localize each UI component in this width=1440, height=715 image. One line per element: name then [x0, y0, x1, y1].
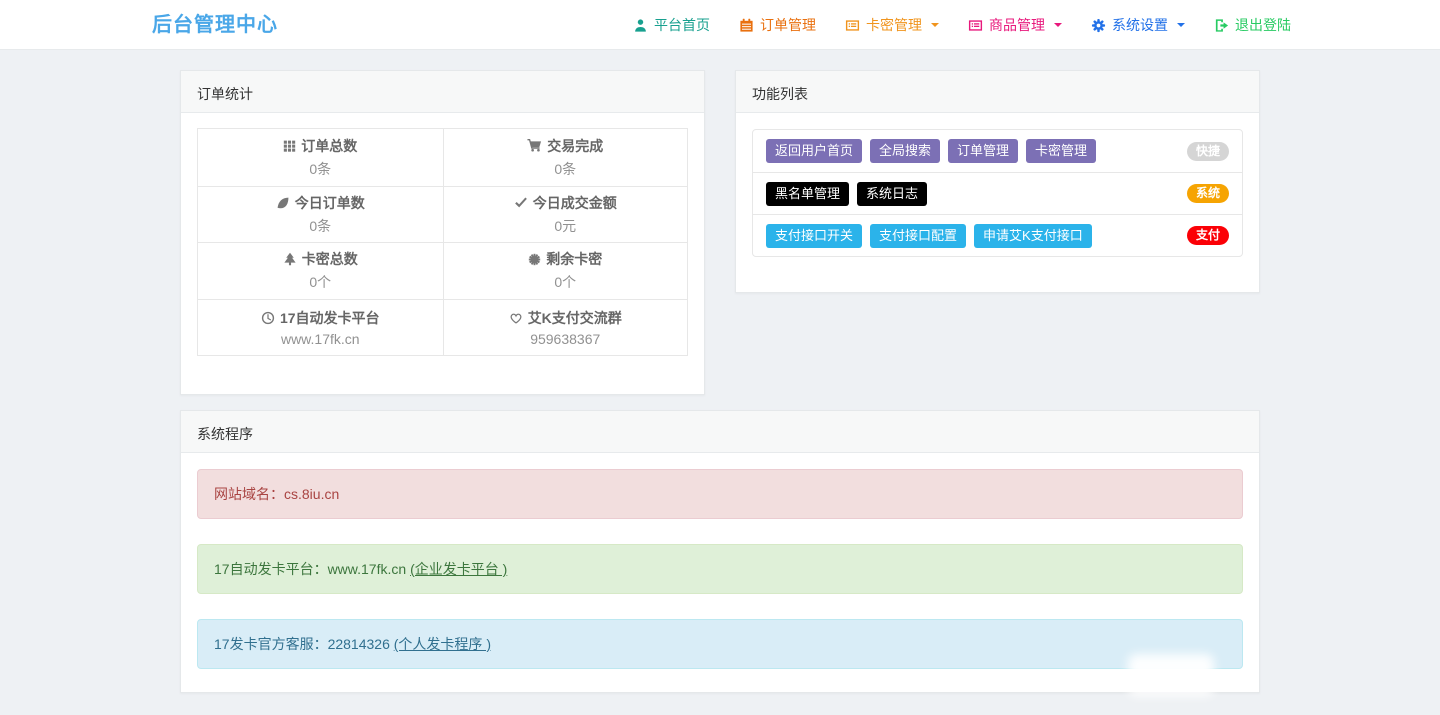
certificate-icon [528, 253, 541, 266]
alert-text: 17发卡官方客服：22814326 [214, 636, 394, 652]
sign-out-icon [1214, 18, 1229, 33]
system-program-card: 系统程序 网站域名：cs.8iu.cn 17自动发卡平台：www.17fk.cn… [180, 410, 1260, 693]
alert-official-support: 17发卡官方客服：22814326 (个人发卡程序 ) [197, 619, 1243, 669]
order-stats-grid: 订单总数 0条 交易完成 0条 今日订单数 0条 今日成交金额 0元 卡密总数 … [197, 128, 688, 356]
stat-label: 今日成交金额 [532, 194, 617, 211]
btn-system-log[interactable]: 系统日志 [857, 181, 928, 206]
function-row-payment: 支付接口开关 支付接口配置 申请艾K支付接口 支付 [753, 214, 1242, 256]
order-stats-card: 订单统计 订单总数 0条 交易完成 0条 今日订单数 0条 今日成交金额 0元 … [180, 70, 705, 395]
clock-icon [261, 311, 275, 325]
heart-icon [509, 311, 523, 325]
badge-quick: 快捷 [1186, 141, 1229, 161]
page-title: 后台管理中心 [152, 14, 278, 36]
nav-item-platform-home[interactable]: 平台首页 [633, 15, 710, 35]
nav-label: 订单管理 [760, 17, 816, 33]
stat-value: 0个 [554, 274, 577, 291]
function-list-title: 功能列表 [736, 71, 1259, 113]
stat-platform-site: 17自动发卡平台 www.17fk.cn [198, 298, 443, 356]
alert-text: 网站域名：cs.8iu.cn [214, 486, 340, 502]
nav-item-product-management[interactable]: 商品管理 [968, 15, 1062, 35]
stat-value: 959638367 [530, 330, 601, 347]
nav-label: 卡密管理 [866, 17, 922, 33]
btn-payment-config[interactable]: 支付接口配置 [870, 223, 967, 248]
function-list-card: 功能列表 返回用户首页 全局搜索 订单管理 卡密管理 快捷 黑名单管理 系统日志… [735, 70, 1260, 293]
btn-payment-switch[interactable]: 支付接口开关 [766, 223, 863, 248]
tree-icon [283, 252, 297, 266]
stat-label: 今日订单数 [294, 194, 365, 211]
function-row-system: 黑名单管理 系统日志 系统 [753, 172, 1242, 214]
function-list: 返回用户首页 全局搜索 订单管理 卡密管理 快捷 黑名单管理 系统日志 系统 支… [752, 129, 1243, 257]
stat-today-orders: 今日订单数 0条 [198, 185, 443, 243]
stat-label: 订单总数 [301, 137, 358, 154]
function-row-quick: 返回用户首页 全局搜索 订单管理 卡密管理 快捷 [753, 130, 1242, 172]
btn-order-management[interactable]: 订单管理 [948, 139, 1019, 163]
badge-system: 系统 [1186, 184, 1229, 203]
stat-completed-trades: 交易完成 0条 [442, 129, 688, 186]
btn-card-management[interactable]: 卡密管理 [1026, 139, 1097, 163]
stat-remaining-cards: 剩余卡密 0个 [442, 242, 687, 299]
list-alt-icon [968, 18, 983, 33]
stat-value: 0元 [554, 217, 577, 234]
stat-value: 0条 [554, 160, 577, 177]
stat-value: 0条 [309, 217, 332, 234]
alert-link-enterprise-platform[interactable]: (企业发卡平台 ) [410, 561, 507, 577]
gear-icon [1091, 18, 1106, 33]
alert-site-domain: 网站域名：cs.8iu.cn [197, 469, 1243, 519]
stat-today-amount: 今日成交金额 0元 [442, 185, 687, 242]
nav-label: 系统设置 [1112, 17, 1168, 33]
stat-value: 0条 [309, 160, 332, 177]
stat-value: 0个 [309, 274, 332, 291]
alert-auto-card-platform: 17自动发卡平台：www.17fk.cn (企业发卡平台 ) [197, 544, 1243, 594]
chevron-down-icon [1054, 23, 1062, 27]
nav-label: 平台首页 [654, 17, 710, 33]
leaf-icon [276, 196, 290, 210]
system-program-title: 系统程序 [181, 411, 1259, 453]
order-stats-title: 订单统计 [181, 71, 704, 113]
chevron-down-icon [931, 23, 939, 27]
alert-text: 17自动发卡平台：www.17fk.cn [214, 561, 411, 577]
nav-label: 退出登陆 [1235, 17, 1291, 33]
stat-label: 剩余卡密 [546, 251, 603, 268]
stat-label: 交易完成 [547, 137, 604, 154]
calendar-icon [739, 18, 754, 33]
stat-payment-group: 艾K支付交流群 959638367 [442, 298, 687, 355]
alert-link-personal-program[interactable]: (个人发卡程序 ) [394, 636, 491, 652]
nav-label: 商品管理 [989, 17, 1045, 33]
th-grid-icon [283, 139, 296, 152]
stat-value: www.17fk.cn [280, 330, 360, 347]
btn-global-search[interactable]: 全局搜索 [870, 139, 941, 163]
btn-blacklist-management[interactable]: 黑名单管理 [766, 181, 850, 206]
nav-item-order-management[interactable]: 订单管理 [739, 15, 816, 35]
list-alt-icon [845, 18, 860, 33]
chevron-down-icon [1177, 23, 1185, 27]
main-nav: 平台首页 订单管理 卡密管理 商品管理 系统设置 退出登陆 [633, 0, 1291, 50]
nav-item-system-settings[interactable]: 系统设置 [1091, 15, 1185, 35]
nav-item-logout[interactable]: 退出登陆 [1214, 15, 1291, 35]
stat-total-orders: 订单总数 0条 [198, 129, 443, 186]
user-icon [633, 18, 648, 33]
stat-total-cards: 卡密总数 0个 [198, 242, 443, 299]
stat-label: 17自动发卡平台 [279, 309, 380, 326]
cart-icon [527, 138, 542, 153]
btn-back-user-home[interactable]: 返回用户首页 [766, 139, 863, 163]
nav-item-card-management[interactable]: 卡密管理 [845, 15, 939, 35]
badge-payment: 支付 [1186, 226, 1229, 245]
stat-label: 艾K支付交流群 [527, 309, 622, 326]
top-navbar: 后台管理中心 平台首页 订单管理 卡密管理 商品管理 系统设置 退出登陆 [0, 0, 1440, 50]
check-icon [514, 196, 528, 210]
btn-apply-aik-payment[interactable]: 申请艾K支付接口 [974, 223, 1092, 248]
stat-label: 卡密总数 [301, 251, 358, 268]
